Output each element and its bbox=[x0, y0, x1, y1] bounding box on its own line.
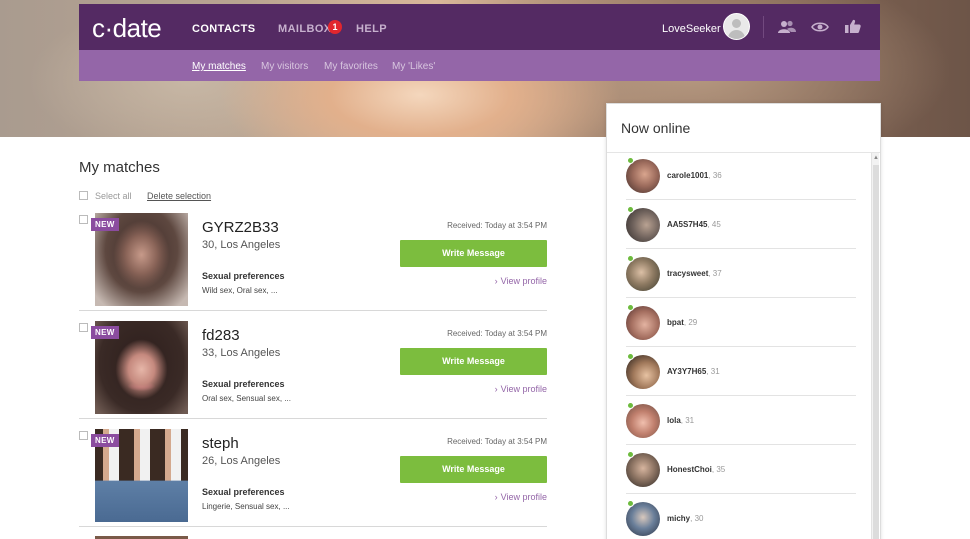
online-user-name[interactable]: HonestChoi, 35 bbox=[667, 465, 725, 474]
subnav-my-favorites[interactable]: My favorites bbox=[324, 61, 378, 72]
username-label[interactable]: LoveSeeker bbox=[662, 23, 721, 35]
chevron-right-icon: › bbox=[494, 492, 498, 502]
view-profile-label: View profile bbox=[500, 492, 547, 502]
select-all-label[interactable]: Select all bbox=[95, 191, 132, 201]
nav-mailbox[interactable]: MAILBOX bbox=[278, 23, 332, 35]
online-status-dot bbox=[627, 500, 634, 507]
match-name[interactable]: steph bbox=[202, 435, 239, 452]
online-status-dot bbox=[627, 402, 634, 409]
match-checkbox[interactable] bbox=[79, 323, 88, 332]
match-card: NEW GYRZ2B33 30, Los Angeles Sexual pref… bbox=[79, 213, 547, 311]
online-user-name[interactable]: carole1001, 36 bbox=[667, 171, 722, 180]
chevron-right-icon: › bbox=[494, 384, 498, 394]
view-profile-label: View profile bbox=[500, 276, 547, 286]
preferences-list: Oral sex, Sensual sex, ... bbox=[202, 394, 291, 403]
view-profile-link[interactable]: › View profile bbox=[495, 492, 547, 502]
match-checkbox[interactable] bbox=[79, 215, 88, 224]
new-badge: NEW bbox=[91, 218, 119, 231]
online-status-dot bbox=[627, 451, 634, 458]
write-message-button[interactable]: Write Message bbox=[400, 348, 547, 375]
online-user-avatar[interactable] bbox=[626, 208, 660, 242]
nav-help[interactable]: HELP bbox=[356, 23, 387, 35]
online-user-name[interactable]: AA5S7H45, 45 bbox=[667, 220, 721, 229]
write-message-button[interactable]: Write Message bbox=[400, 456, 547, 483]
online-status-dot bbox=[627, 255, 634, 262]
online-user-avatar[interactable] bbox=[626, 404, 660, 438]
online-user[interactable]: AY3Y7H65, 31 bbox=[626, 347, 856, 396]
match-name[interactable]: GYRZ2B33 bbox=[202, 219, 279, 236]
visitors-eye-icon[interactable] bbox=[809, 16, 831, 38]
match-age-location: 30, Los Angeles bbox=[202, 239, 281, 251]
online-user[interactable]: michy, 30 bbox=[626, 494, 856, 539]
preferences-list: Lingerie, Sensual sex, ... bbox=[202, 502, 290, 511]
top-navigation-bar: c·date CONTACTS MAILBOX 1 HELP LoveSeeke… bbox=[79, 4, 880, 50]
chevron-right-icon: › bbox=[494, 276, 498, 286]
new-badge: NEW bbox=[91, 434, 119, 447]
likes-thumbs-up-icon[interactable] bbox=[842, 16, 864, 38]
online-user[interactable]: lola, 31 bbox=[626, 396, 856, 445]
online-user-avatar[interactable] bbox=[626, 159, 660, 193]
online-user-name[interactable]: lola, 31 bbox=[667, 416, 694, 425]
scrollbar-thumb[interactable] bbox=[873, 165, 879, 539]
online-user[interactable]: AA5S7H45, 45 bbox=[626, 200, 856, 249]
preferences-title: Sexual preferences bbox=[202, 271, 285, 281]
now-online-panel: Now online ▲ carole1001, 36 AA5S7H45, 45… bbox=[606, 103, 881, 539]
panel-scrollbar[interactable]: ▲ bbox=[871, 153, 879, 539]
subnav-my-likes[interactable]: My 'Likes' bbox=[392, 61, 435, 72]
cdate-logo[interactable]: c·date bbox=[92, 13, 162, 44]
online-user[interactable]: HonestChoi, 35 bbox=[626, 445, 856, 494]
nav-contacts[interactable]: CONTACTS bbox=[192, 23, 256, 35]
online-user[interactable]: carole1001, 36 bbox=[626, 151, 856, 200]
match-checkbox[interactable] bbox=[79, 431, 88, 440]
write-message-button[interactable]: Write Message bbox=[400, 240, 547, 267]
view-profile-link[interactable]: › View profile bbox=[495, 276, 547, 286]
match-card: NEW fd283 33, Los Angeles Sexual prefere… bbox=[79, 321, 547, 419]
online-user-name[interactable]: AY3Y7H65, 31 bbox=[667, 367, 720, 376]
delete-selection-link[interactable]: Delete selection bbox=[147, 191, 211, 201]
online-user-avatar[interactable] bbox=[626, 453, 660, 487]
online-user-avatar[interactable] bbox=[626, 257, 660, 291]
preferences-title: Sexual preferences bbox=[202, 379, 285, 389]
sub-navigation-bar: My matches My visitors My favorites My '… bbox=[79, 50, 880, 81]
mailbox-unread-badge: 1 bbox=[328, 20, 342, 34]
nav-divider bbox=[763, 16, 764, 38]
scroll-up-arrow-icon[interactable]: ▲ bbox=[873, 155, 879, 161]
online-user-name[interactable]: bpat, 29 bbox=[667, 318, 697, 327]
online-user-avatar[interactable] bbox=[626, 355, 660, 389]
match-age-location: 33, Los Angeles bbox=[202, 347, 281, 359]
now-online-title: Now online bbox=[621, 120, 691, 136]
online-user[interactable]: tracysweet, 37 bbox=[626, 249, 856, 298]
online-user-avatar[interactable] bbox=[626, 502, 660, 536]
online-status-dot bbox=[627, 206, 634, 213]
preferences-list: Wild sex, Oral sex, ... bbox=[202, 286, 278, 295]
online-status-dot bbox=[627, 157, 634, 164]
online-user-name[interactable]: tracysweet, 37 bbox=[667, 269, 722, 278]
page-title: My matches bbox=[79, 159, 160, 176]
view-profile-label: View profile bbox=[500, 384, 547, 394]
preferences-title: Sexual preferences bbox=[202, 487, 285, 497]
user-avatar[interactable] bbox=[723, 13, 750, 40]
subnav-my-visitors[interactable]: My visitors bbox=[261, 61, 308, 72]
select-all-checkbox[interactable] bbox=[79, 191, 88, 200]
match-name[interactable]: fd283 bbox=[202, 327, 240, 344]
new-badge: NEW bbox=[91, 326, 119, 339]
match-card: NEW steph 26, Los Angeles Sexual prefere… bbox=[79, 429, 547, 527]
received-timestamp: Received: Today at 3:54 PM bbox=[447, 329, 547, 338]
match-age-location: 26, Los Angeles bbox=[202, 455, 281, 467]
online-user-avatar[interactable] bbox=[626, 306, 660, 340]
online-user-name[interactable]: michy, 30 bbox=[667, 514, 703, 523]
received-timestamp: Received: Today at 3:54 PM bbox=[447, 437, 547, 446]
online-status-dot bbox=[627, 304, 634, 311]
online-user[interactable]: bpat, 29 bbox=[626, 298, 856, 347]
online-status-dot bbox=[627, 353, 634, 360]
subnav-my-matches[interactable]: My matches bbox=[192, 61, 246, 72]
contacts-people-icon[interactable] bbox=[776, 16, 798, 38]
view-profile-link[interactable]: › View profile bbox=[495, 384, 547, 394]
received-timestamp: Received: Today at 3:54 PM bbox=[447, 221, 547, 230]
